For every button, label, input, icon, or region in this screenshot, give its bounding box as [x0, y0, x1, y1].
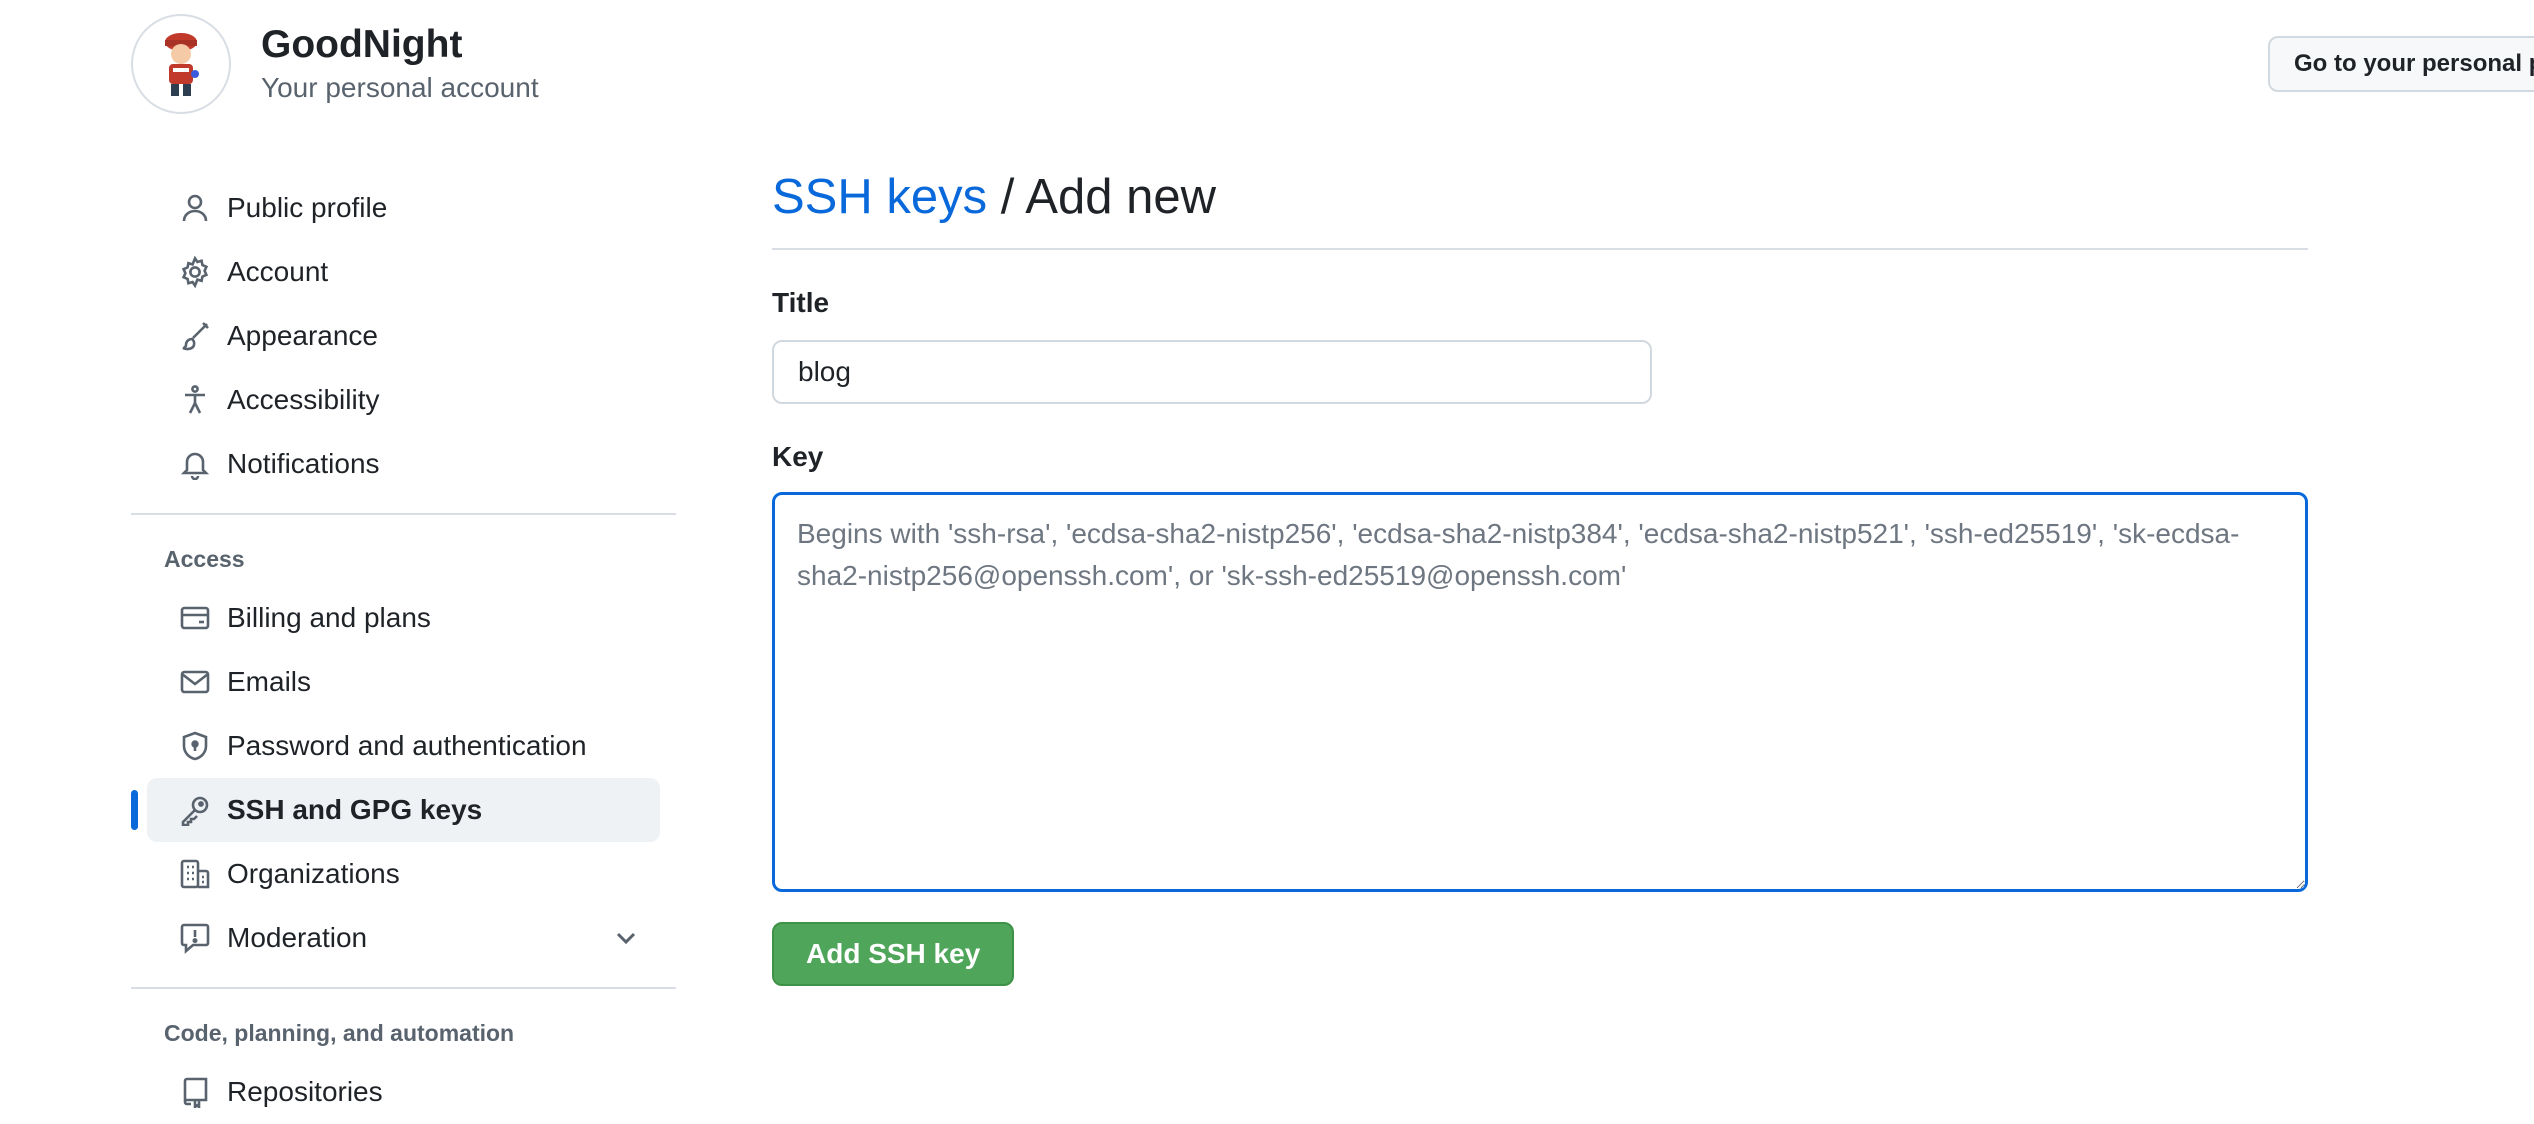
go-to-personal-profile-button[interactable]: Go to your personal p: [2268, 36, 2534, 92]
key-textarea[interactable]: [772, 492, 2308, 892]
account-subtitle: Your personal account: [261, 72, 539, 103]
person-icon: [179, 192, 211, 224]
sidebar-item-public-profile[interactable]: Public profile: [147, 176, 660, 240]
page-title: SSH keys / Add new: [772, 160, 2308, 250]
mail-icon: [179, 666, 211, 698]
sidebar-item-label: Account: [227, 256, 329, 287]
sidebar-heading-code-planning-automation: Code, planning, and automation: [164, 1020, 515, 1046]
organization-icon: [179, 858, 211, 890]
sidebar-item-label: Organizations: [227, 858, 400, 889]
sidebar-item-organizations[interactable]: Organizations: [147, 842, 660, 906]
sidebar-item-label: Billing and plans: [227, 602, 431, 633]
sidebar-item-label: Repositories: [227, 1076, 383, 1107]
bell-icon: [179, 448, 211, 480]
sidebar-item-label: SSH and GPG keys: [227, 794, 483, 825]
breadcrumb-separator: /: [987, 170, 1026, 224]
report-icon: [179, 922, 211, 954]
gear-icon: [179, 256, 211, 288]
settings-sidebar: Public profile Account Appearance Access…: [131, 176, 676, 1124]
breadcrumb-ssh-keys-link[interactable]: SSH keys: [772, 170, 987, 224]
sidebar-item-moderation[interactable]: Moderation: [147, 906, 660, 970]
paintbrush-icon: [179, 320, 211, 352]
sidebar-item-label: Appearance: [227, 320, 379, 351]
sidebar-item-appearance[interactable]: Appearance: [147, 304, 660, 368]
sidebar-item-billing[interactable]: Billing and plans: [147, 586, 660, 650]
sidebar-item-repositories[interactable]: Repositories: [147, 1060, 660, 1124]
key-label: Key: [772, 441, 824, 472]
main-content: SSH keys / Add new Title Key Add SSH key: [772, 160, 2308, 986]
sidebar-item-label: Password and authentication: [227, 730, 587, 761]
key-icon: [179, 794, 211, 826]
account-header: GoodNight Your personal account: [131, 14, 539, 114]
sidebar-item-emails[interactable]: Emails: [147, 650, 660, 714]
sidebar-divider: [131, 513, 676, 515]
title-input[interactable]: [772, 340, 1652, 404]
sidebar-item-accessibility[interactable]: Accessibility: [147, 368, 660, 432]
breadcrumb-current: Add new: [1025, 170, 1216, 224]
add-ssh-key-button[interactable]: Add SSH key: [772, 922, 1015, 986]
title-label: Title: [772, 287, 830, 318]
avatar-character-icon: [165, 33, 199, 96]
sidebar-item-notifications[interactable]: Notifications: [147, 432, 660, 496]
sidebar-item-label: Public profile: [227, 192, 388, 223]
sidebar-divider: [131, 987, 676, 989]
sidebar-item-label: Notifications: [227, 448, 380, 479]
sidebar-item-label: Emails: [227, 666, 312, 697]
sidebar-item-label: Moderation: [227, 922, 368, 953]
sidebar-item-password-authentication[interactable]: Password and authentication: [147, 714, 660, 778]
sidebar-item-account[interactable]: Account: [147, 240, 660, 304]
sidebar-item-label: Accessibility: [227, 384, 380, 415]
accessibility-icon: [179, 384, 211, 416]
sidebar-heading-access: Access: [164, 546, 245, 572]
account-name: GoodNight: [261, 23, 463, 66]
avatar[interactable]: [131, 14, 231, 114]
repo-icon: [179, 1076, 211, 1108]
credit-card-icon: [179, 602, 211, 634]
chevron-down-icon[interactable]: [610, 922, 642, 954]
sidebar-item-ssh-gpg-keys[interactable]: SSH and GPG keys: [131, 778, 660, 842]
shield-lock-icon: [179, 730, 211, 762]
